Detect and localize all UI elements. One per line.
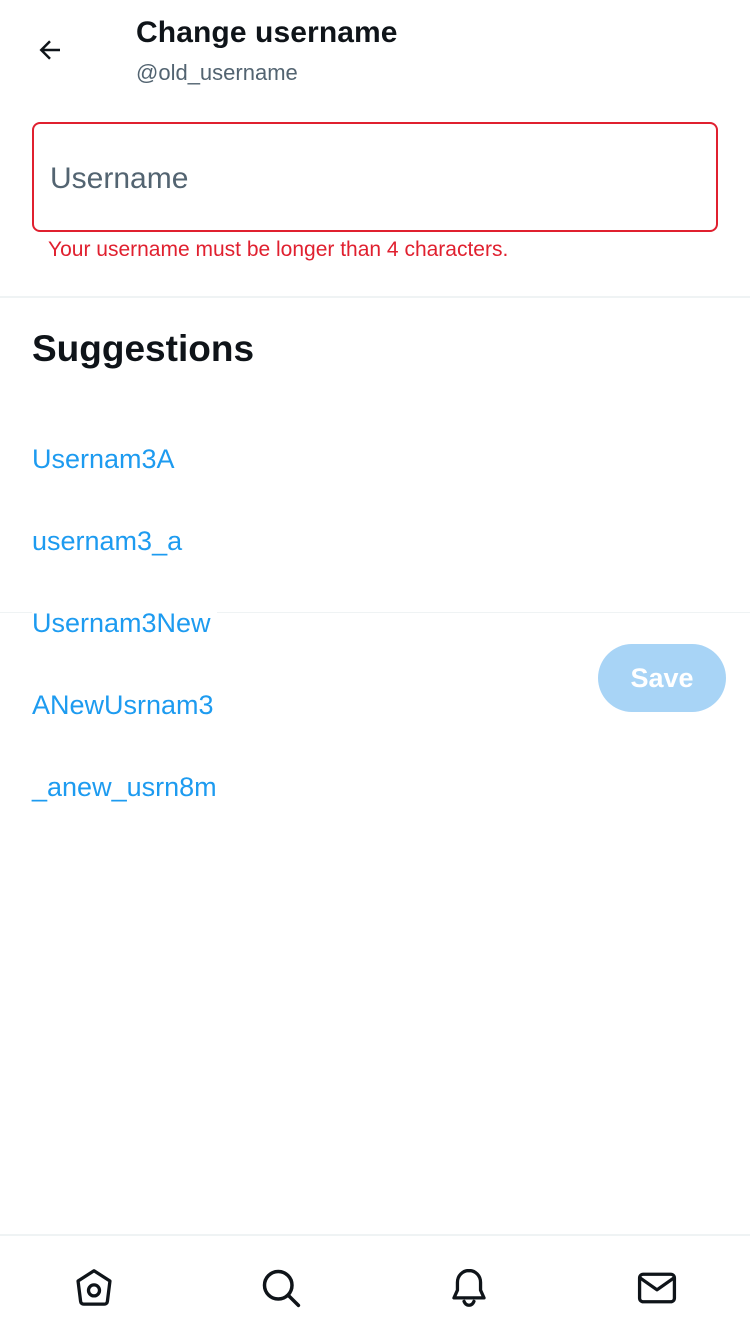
- nav-search[interactable]: [257, 1264, 305, 1312]
- save-button[interactable]: Save: [598, 644, 726, 712]
- suggestion-item[interactable]: Usernam3A: [32, 444, 181, 475]
- page-title: Change username: [136, 16, 398, 49]
- back-button[interactable]: [26, 26, 74, 74]
- bell-icon: [452, 1268, 486, 1307]
- nav-notifications[interactable]: [445, 1264, 493, 1312]
- home-icon: [76, 1269, 112, 1306]
- suggestion-item[interactable]: ANewUsrnam3: [32, 690, 220, 721]
- username-error-message: Your username must be longer than 4 char…: [48, 238, 509, 261]
- suggestion-item[interactable]: _anew_usrn8m: [32, 772, 223, 803]
- current-username: @old_username: [136, 60, 298, 85]
- suggestion-item[interactable]: Usernam3New: [32, 608, 217, 639]
- nav-home[interactable]: [70, 1264, 118, 1312]
- username-field: [32, 122, 718, 232]
- username-input[interactable]: [50, 144, 700, 214]
- mail-icon: [637, 1272, 677, 1304]
- nav-messages[interactable]: [633, 1264, 681, 1312]
- change-username-screen: Change username @old_username Your usern…: [0, 0, 750, 1334]
- suggestion-item[interactable]: usernam3_a: [32, 526, 189, 557]
- bottom-navigation: [0, 1234, 750, 1334]
- search-icon: [262, 1269, 301, 1308]
- suggestions-heading: Suggestions: [32, 328, 255, 369]
- section-divider: [0, 296, 750, 298]
- arrow-left-icon: [39, 40, 60, 60]
